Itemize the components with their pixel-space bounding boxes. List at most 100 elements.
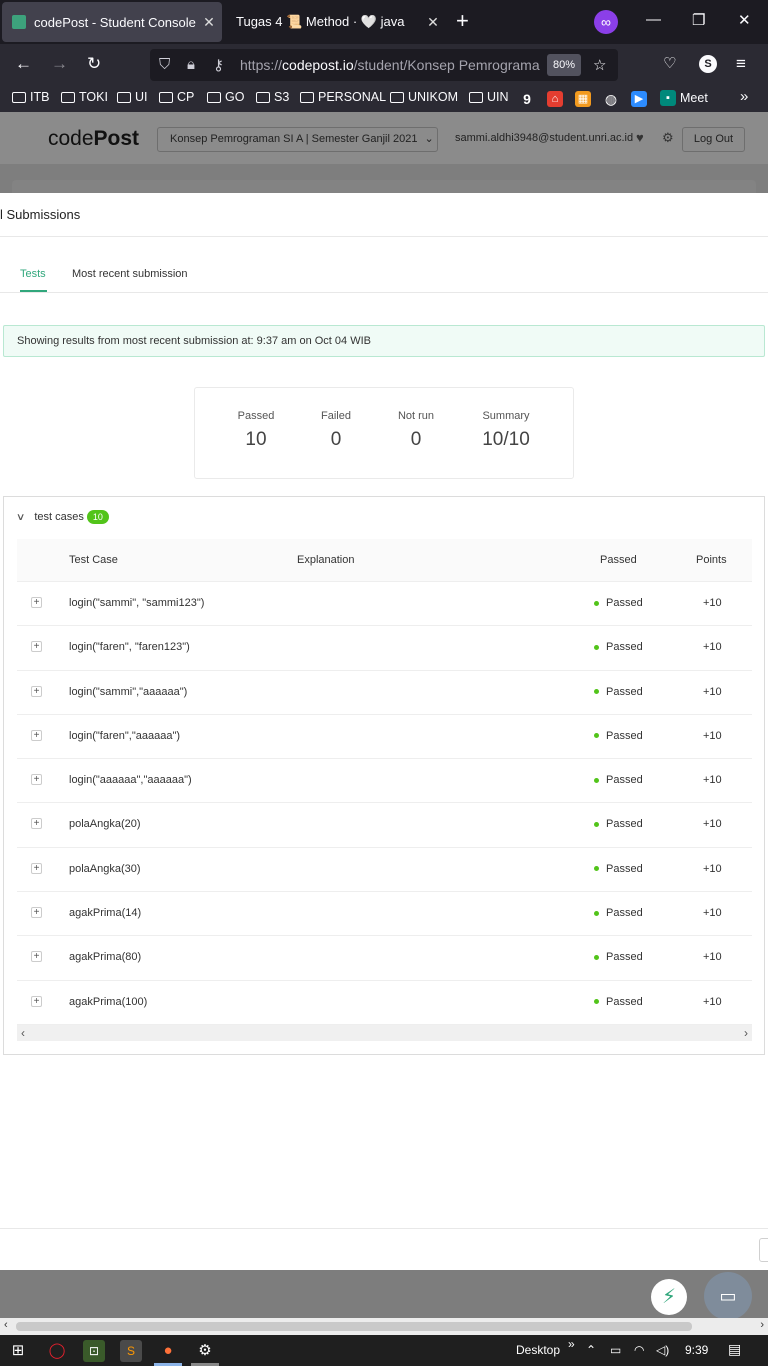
stat-failed: Failed 0 [307,410,365,451]
logout-button[interactable]: Log Out [682,127,745,152]
bookmark-globe-icon[interactable]: ◍ [603,91,619,107]
tab-codepost[interactable]: codePost - Student Console ✕ [2,2,222,42]
expand-row-icon[interactable]: + [31,995,42,1007]
close-tab-icon[interactable]: ✕ [196,14,222,31]
stat-summary: Summary 10/10 [471,410,541,451]
heart-icon[interactable]: ♥ [636,130,644,145]
bookmark-star-icon[interactable]: ☆ [593,56,606,74]
expand-row-icon[interactable]: + [31,729,42,741]
status-cell: Passed [594,774,643,786]
toolbar-expand-icon[interactable]: » [568,1337,575,1351]
url-bar[interactable]: ⛉ 🔒︎ ⚷ https://codepost.io/student/Konse… [150,49,618,81]
restore-icon[interactable]: ❐ [692,11,705,29]
show-hidden-icons-icon[interactable]: ⌃ [586,1343,596,1357]
table-horizontal-scrollbar[interactable]: ‹ › [17,1025,752,1041]
bookmark-cp[interactable]: CP [159,90,194,104]
status-cell: Passed [594,686,643,698]
expand-row-icon[interactable]: + [31,862,42,874]
modal-footer-button[interactable] [759,1238,768,1262]
bookmark-itb[interactable]: ITB [12,90,49,104]
scroll-right-icon[interactable]: › [744,1026,748,1040]
forward-icon[interactable]: → [51,54,68,74]
points-cell: +10 [703,862,722,875]
tab-most-recent-submission[interactable]: Most recent submission [72,268,188,280]
bookmark-s3[interactable]: S3 [256,90,289,104]
volume-icon[interactable]: ◁) [656,1343,669,1357]
bookmark-personal[interactable]: PERSONAL [300,90,386,104]
tracking-shield-icon[interactable]: ⛉ [159,56,170,73]
expand-row-icon[interactable]: + [31,685,42,697]
chat-icon[interactable]: ▭ [704,1272,752,1320]
back-icon[interactable]: ← [15,54,32,74]
lock-icon[interactable]: 🔒︎ [187,56,195,73]
background-card [12,180,756,193]
firefox-icon[interactable]: ● [157,1340,179,1362]
opera-icon[interactable]: ◯ [46,1340,68,1362]
expand-row-icon[interactable]: + [31,774,42,786]
profile-avatar[interactable]: S [699,55,717,73]
codeblocks-icon[interactable]: ⊡ [83,1340,105,1362]
course-select-value: Konsep Pemrograman SI A | Semester Ganji… [170,133,418,145]
bookmark-ui[interactable]: UI [117,90,148,104]
tab-tugas[interactable]: Tugas 4 📜 Method · 🤍 java ✕ [226,2,446,42]
url-text[interactable]: https://codepost.io/student/Konsep Pemro… [240,57,540,73]
clock[interactable]: 9:39 [685,1343,708,1357]
user-email: sammi.aldhi3948@student.unri.ac.id [455,132,634,144]
close-tab-icon[interactable]: ✕ [420,14,446,31]
settings-gear-icon[interactable]: ⚙ [194,1340,216,1362]
scroll-left-icon[interactable]: ‹ [4,1319,8,1331]
reload-icon[interactable]: ↻ [87,54,101,74]
logo-text: code [48,127,94,150]
scrollbar-thumb[interactable] [16,1322,692,1331]
status-cell: Passed [594,863,643,875]
desktop-toolbar-label[interactable]: Desktop [516,1343,560,1357]
notifications-icon[interactable]: ▤ [728,1341,741,1358]
test-cases-header[interactable]: ∨ test cases 10 [16,510,109,524]
table-row: + login("aaaaaa","aaaaaa") Passed +10 [17,759,752,804]
scroll-left-icon[interactable]: ‹ [21,1026,25,1040]
bookmark-toki[interactable]: TOKI [61,90,108,104]
points-cell: +10 [703,995,722,1008]
expand-row-icon[interactable]: + [31,951,42,963]
bookmark-home-icon[interactable]: ⌂ [547,91,563,107]
expand-row-icon[interactable]: + [31,907,42,919]
chevron-down-icon[interactable]: ∨ [16,512,26,523]
bookmark-chart-icon[interactable]: ▦ [575,91,591,107]
codepost-logo[interactable]: codePost [48,127,139,151]
expand-row-icon[interactable]: + [31,597,42,608]
stat-not-run: Not run 0 [387,410,445,451]
bookmark-go[interactable]: GO [207,90,244,104]
expand-row-icon[interactable]: + [31,641,42,653]
pocket-icon[interactable]: ♡ [663,54,676,72]
bookmark-zoom-icon[interactable]: ▶ [631,91,647,107]
scroll-right-icon[interactable]: › [760,1319,764,1331]
page-horizontal-scrollbar[interactable]: ‹ › [0,1318,768,1335]
key-icon[interactable]: ⚷ [213,56,224,74]
folder-icon [12,91,26,103]
sublime-text-icon[interactable]: S [120,1340,142,1362]
minimize-icon[interactable]: — [646,11,661,28]
bookmark-9-icon[interactable]: 9 [519,91,535,107]
course-select[interactable]: Konsep Pemrograman SI A | Semester Ganji… [157,127,438,152]
zoom-level[interactable]: 80% [547,54,581,76]
table-row: + agakPrima(80) Passed +10 [17,936,752,981]
windows-start-icon[interactable]: ⊞ [7,1340,29,1362]
table-row: + polaAngka(30) Passed +10 [17,847,752,893]
bookmark-label: GO [225,90,245,104]
menu-icon[interactable]: ≡ [736,54,746,74]
wifi-icon[interactable]: ◠ [634,1343,644,1357]
bookmark-uin[interactable]: UIN [469,90,509,104]
chevron-down-icon: ⌄ [424,133,434,145]
expand-row-icon[interactable]: + [31,818,42,830]
bookmark-unikom[interactable]: UNIKOM [390,90,458,104]
new-tab-icon[interactable]: + [456,10,469,32]
lightning-icon[interactable]: ⚡︎ [651,1279,687,1315]
more-bookmarks-icon[interactable]: » [740,88,748,105]
status-cell: Passed [594,597,643,609]
battery-icon[interactable]: ▭ [610,1343,621,1357]
bookmark-meet[interactable]: ▪ Meet [660,90,708,106]
tab-tests[interactable]: Tests [20,268,46,280]
passed-dot-icon [594,999,599,1005]
window-close-icon[interactable]: ✕ [738,11,751,29]
gear-icon[interactable]: ⚙ [662,130,674,146]
